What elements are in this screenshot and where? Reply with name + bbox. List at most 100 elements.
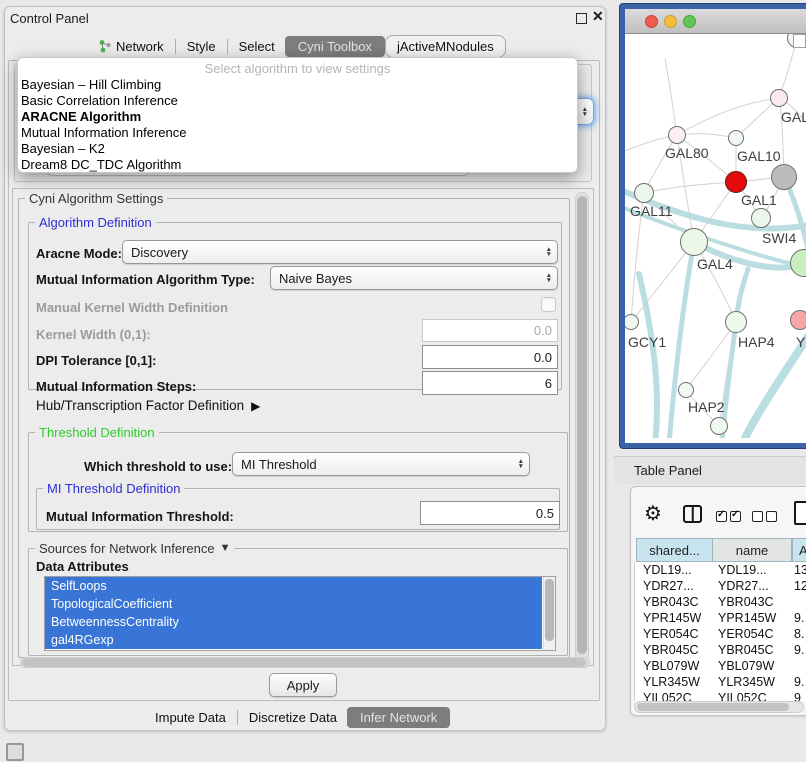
- float-window-icon[interactable]: [576, 13, 587, 24]
- network-node[interactable]: [725, 311, 747, 333]
- tab-cyni-toolbox-label: Cyni Toolbox: [298, 39, 372, 54]
- table-horizontal-scrollbar-thumb[interactable]: [637, 703, 789, 711]
- settings-horizontal-scrollbar-thumb[interactable]: [22, 658, 586, 667]
- attribute-item[interactable]: TopologicalCoefficient: [45, 595, 542, 613]
- algorithm-option[interactable]: Dream8 DC_TDC Algorithm: [18, 157, 577, 173]
- attributes-scrollbar-thumb[interactable]: [545, 579, 554, 641]
- dpi-tolerance-field[interactable]: 0.0: [422, 345, 558, 369]
- network-node[interactable]: [634, 183, 654, 203]
- data-attributes-list[interactable]: SelfLoopsTopologicalCoefficientBetweenne…: [44, 576, 556, 651]
- node-label: HAP4: [738, 334, 775, 350]
- tab-infer-network[interactable]: Infer Network: [347, 707, 450, 728]
- show-columns-icon[interactable]: [683, 505, 702, 523]
- manual-kernel-width-checkbox[interactable]: [541, 297, 556, 312]
- mi-threshold-field[interactable]: 0.5: [420, 501, 560, 525]
- close-icon[interactable]: ✕: [592, 8, 604, 25]
- table-cell: YDR27...: [714, 578, 790, 594]
- table-row[interactable]: YBR043CYBR043C: [635, 594, 806, 610]
- column-header-partial[interactable]: A: [792, 538, 806, 562]
- table-cell: YBL079W: [714, 658, 790, 674]
- algorithm-option[interactable]: ARACNE Algorithm: [18, 109, 577, 125]
- kernel-width-field[interactable]: 0.0: [422, 319, 558, 342]
- tab-style[interactable]: Style: [177, 37, 226, 56]
- mi-steps-field[interactable]: 6: [422, 371, 558, 395]
- network-node[interactable]: [790, 310, 806, 330]
- network-node[interactable]: [678, 382, 694, 398]
- tab-discretize-data[interactable]: Discretize Data: [239, 708, 347, 727]
- algorithm-option[interactable]: Bayesian – Hill Climbing: [18, 77, 577, 93]
- threshold-definition-title: Threshold Definition: [35, 425, 159, 440]
- data-attributes-label: Data Attributes: [36, 559, 129, 574]
- table-cell: YBR045C: [714, 642, 790, 658]
- table-row[interactable]: YLR345WYLR345W9.: [635, 674, 806, 690]
- minimized-panel-icon[interactable]: [6, 743, 24, 761]
- node-label: HAP2: [688, 399, 725, 415]
- gear-icon[interactable]: ⚙: [644, 501, 662, 526]
- attribute-item[interactable]: BetweennessCentrality: [45, 613, 542, 631]
- table-cell: YLR345W: [714, 674, 790, 690]
- table-row[interactable]: YBL079WYBL079W: [635, 658, 806, 674]
- tab-jactivemnodules[interactable]: jActiveMNodules: [385, 35, 506, 58]
- column-header-shared-name[interactable]: shared...: [636, 538, 713, 562]
- attribute-item[interactable]: SelfLoops: [45, 577, 542, 595]
- attribute-item[interactable]: gal4RGexp: [45, 631, 542, 649]
- table-cell: YER054C: [714, 626, 790, 642]
- table-row[interactable]: YDR27...YDR27...12: [635, 578, 806, 594]
- unselect-all-checkbox-icon[interactable]: [766, 511, 777, 522]
- hub-definition-section[interactable]: Hub/Transcription Factor Definition ▶: [36, 398, 260, 413]
- data-attributes-items: SelfLoopsTopologicalCoefficientBetweenne…: [45, 577, 555, 649]
- network-node[interactable]: [770, 89, 788, 107]
- tab-impute-data[interactable]: Impute Data: [145, 708, 236, 727]
- apply-button[interactable]: Apply: [269, 673, 337, 697]
- table-row[interactable]: YPR145WYPR145W9.: [635, 610, 806, 626]
- table-row[interactable]: YBR045CYBR045C9.: [635, 642, 806, 658]
- table-rows[interactable]: YDL19...YDL19...13YDR27...YDR27...12YBR0…: [634, 562, 806, 701]
- table-row[interactable]: YER054CYER054C8.: [635, 626, 806, 642]
- mi-algorithm-type-combo[interactable]: Naive Bayes ▲▼: [270, 266, 558, 290]
- aracne-mode-combo[interactable]: Discovery ▲▼: [122, 240, 558, 264]
- dpi-tolerance-label: DPI Tolerance [0,1]:: [36, 353, 156, 368]
- table-cell: YIL052C: [714, 690, 790, 701]
- algorithm-option[interactable]: Mutual Information Inference: [18, 125, 577, 141]
- select-all-checkbox-icon[interactable]: [730, 511, 741, 522]
- algorithm-option[interactable]: Basic Correlation Inference: [18, 93, 577, 109]
- network-node[interactable]: [725, 171, 747, 193]
- hub-definition-label: Hub/Transcription Factor Definition: [36, 398, 244, 413]
- minimize-traffic-light-icon[interactable]: [664, 15, 677, 28]
- table-cell: YDL19...: [714, 562, 790, 578]
- table-row[interactable]: YIL052CYIL052C9: [635, 690, 806, 701]
- tab-cyni-toolbox[interactable]: Cyni Toolbox: [285, 36, 385, 57]
- tab-select[interactable]: Select: [229, 37, 285, 56]
- select-all-checkbox-icon[interactable]: [716, 511, 727, 522]
- table-cell: 8.: [790, 626, 806, 642]
- mi-threshold-definition-title: MI Threshold Definition: [43, 481, 184, 496]
- column-header-name[interactable]: name: [713, 538, 792, 562]
- network-node[interactable]: [728, 130, 744, 146]
- sources-title-row[interactable]: Sources for Network Inference ▼: [35, 541, 234, 556]
- unselect-all-checkbox-icon[interactable]: [752, 511, 763, 522]
- combo-stepper-icon: ▲▼: [582, 107, 588, 117]
- node-label: GAL10: [737, 148, 781, 164]
- expanded-arrow-icon: ▼: [220, 541, 231, 556]
- control-panel-title: Control Panel: [10, 11, 89, 26]
- cyni-algorithm-settings-title: Cyni Algorithm Settings: [25, 191, 167, 206]
- tab-infer-network-label: Infer Network: [360, 710, 437, 725]
- export-table-icon[interactable]: [794, 501, 806, 525]
- zoom-traffic-light-icon[interactable]: [683, 15, 696, 28]
- tab-network[interactable]: Network: [88, 37, 174, 56]
- algorithm-option[interactable]: Bayesian – K2: [18, 141, 577, 157]
- algorithm-definition-title: Algorithm Definition: [35, 215, 156, 230]
- network-node[interactable]: [751, 208, 771, 228]
- network-node[interactable]: [710, 417, 728, 435]
- network-node[interactable]: [680, 228, 708, 256]
- table-row[interactable]: YDL19...YDL19...13: [635, 562, 806, 578]
- which-threshold-combo[interactable]: MI Threshold ▲▼: [232, 452, 530, 476]
- network-node[interactable]: [668, 126, 686, 144]
- settings-vertical-scrollbar-thumb[interactable]: [577, 196, 587, 654]
- combo-stepper-icon: ▲▼: [546, 273, 552, 283]
- close-traffic-light-icon[interactable]: [645, 15, 658, 28]
- network-window-titlebar[interactable]: [625, 9, 806, 34]
- table-cell: YPR145W: [635, 610, 714, 626]
- network-canvas[interactable]: GALGAL80GAL10GAL1GAL11GAL4SWI4GCY1HAP4YH…: [625, 34, 806, 438]
- network-node[interactable]: [771, 164, 797, 190]
